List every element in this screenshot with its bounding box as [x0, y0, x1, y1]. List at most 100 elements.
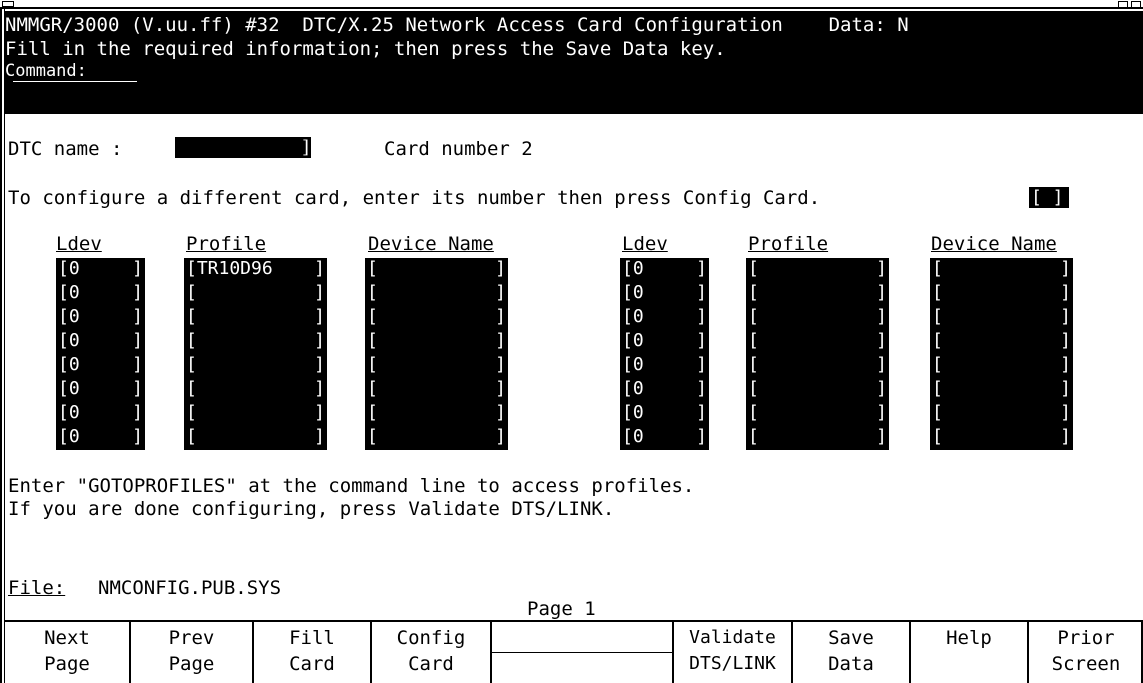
grid-cell-ldev[interactable]: [0: [622, 283, 644, 304]
grid-cell-profile[interactable]: [: [186, 403, 197, 424]
grid-cell-device[interactable]: [: [932, 283, 943, 304]
grid-cell-ldev[interactable]: [0: [58, 355, 80, 376]
softkey-label-line1: Prior: [1057, 627, 1115, 649]
softkey-label-line2: Data: [828, 653, 874, 675]
field-bracket: ]: [314, 354, 325, 375]
device-column-left[interactable]: [] [] [] [] [] [] [] []: [365, 258, 508, 450]
grid-cell-profile[interactable]: [: [186, 307, 197, 328]
device-column-right[interactable]: [] [] [] [] [] [] [] []: [930, 258, 1073, 450]
system-menu-icon[interactable]: [2, 1, 14, 7]
grid-cell-profile[interactable]: [: [748, 307, 759, 328]
softkey-6[interactable]: Validate DTS/LINK: [672, 622, 791, 683]
grid-cell-ldev[interactable]: [0: [622, 307, 644, 328]
column-header-ldev-right: Ldev: [622, 233, 668, 255]
grid-cell-ldev[interactable]: [0: [58, 283, 80, 304]
field-bracket: ]: [876, 282, 887, 303]
field-bracket: ]: [495, 258, 506, 279]
softkey-9[interactable]: Prior Screen: [1027, 622, 1143, 683]
field-bracket: ]: [1060, 426, 1071, 447]
softkey-4[interactable]: Config Card: [370, 622, 490, 683]
grid-cell-device[interactable]: [: [932, 307, 943, 328]
card-number-field[interactable]: [ ]: [1029, 187, 1069, 208]
grid-cell-ldev[interactable]: [0: [622, 427, 644, 448]
grid-cell-ldev[interactable]: [0: [622, 355, 644, 376]
grid-cell-profile[interactable]: [: [186, 283, 197, 304]
grid-cell-device[interactable]: [: [367, 355, 378, 376]
grid-cell-profile[interactable]: [: [748, 283, 759, 304]
field-bracket: ]: [132, 258, 143, 279]
softkey-7[interactable]: Save Data: [791, 622, 909, 683]
grid-cell-ldev[interactable]: [0: [58, 403, 80, 424]
grid-cell-profile[interactable]: [: [186, 379, 197, 400]
grid-cell-profile[interactable]: [: [186, 355, 197, 376]
command-input[interactable]: [13, 81, 137, 82]
field-bracket: ]: [314, 306, 325, 327]
grid-cell-device[interactable]: [: [932, 331, 943, 352]
profile-column-right[interactable]: [] [] [] [] [] [] [] []: [746, 258, 889, 450]
softkey-label-line2: Page: [168, 653, 215, 675]
field-bracket: ]: [696, 354, 707, 375]
grid-cell-ldev[interactable]: [0: [622, 403, 644, 424]
column-header-profile-right: Profile: [748, 233, 829, 255]
field-bracket: ]: [696, 306, 707, 327]
field-bracket: ]: [1060, 378, 1071, 399]
grid-cell-ldev[interactable]: [0: [58, 427, 80, 448]
field-bracket: ]: [1060, 306, 1071, 327]
dtc-name-field[interactable]: [DTC02 ]: [175, 137, 311, 179]
field-bracket: ]: [1060, 402, 1071, 423]
field-bracket: ]: [495, 402, 506, 423]
field-bracket: ]: [1060, 282, 1071, 303]
grid-cell-ldev[interactable]: [0: [622, 259, 644, 280]
field-bracket: ]: [495, 282, 506, 303]
grid-cell-profile[interactable]: [: [748, 427, 759, 448]
field-bracket: ]: [876, 378, 887, 399]
softkey-3[interactable]: Fill Card: [252, 622, 370, 683]
softkey-2[interactable]: Prev Page: [129, 622, 252, 683]
grid-cell-ldev[interactable]: [0: [58, 259, 80, 280]
grid-cell-device[interactable]: [: [932, 379, 943, 400]
field-bracket: ]: [314, 426, 325, 447]
profile-column-left[interactable]: [TR10D96] [] [] [] [] [] [] []: [184, 258, 327, 450]
grid-cell-device[interactable]: [: [367, 427, 378, 448]
grid-cell-ldev[interactable]: [0: [58, 379, 80, 400]
grid-cell-device[interactable]: [: [367, 403, 378, 424]
field-bracket: ]: [314, 282, 325, 303]
softkey-label-line1: Fill: [289, 627, 335, 649]
maximize-icon[interactable]: [1131, 1, 1141, 8]
validate-message: If you are done configuring, press Valid…: [8, 498, 615, 520]
grid-cell-device[interactable]: [: [367, 259, 378, 280]
window-border: [0, 9, 2, 683]
field-bracket: ]: [495, 354, 506, 375]
grid-cell-device[interactable]: [: [367, 283, 378, 304]
grid-cell-profile[interactable]: [: [748, 355, 759, 376]
field-bracket: ]: [495, 306, 506, 327]
ldev-column-right[interactable]: [0] [0] [0] [0] [0] [0] [0] [0]: [620, 258, 709, 450]
grid-cell-profile[interactable]: [: [748, 403, 759, 424]
grid-cell-profile[interactable]: [: [186, 427, 197, 448]
grid-cell-ldev[interactable]: [0: [58, 331, 80, 352]
grid-cell-device[interactable]: [: [367, 331, 378, 352]
grid-cell-device[interactable]: [: [932, 355, 943, 376]
softkey-8[interactable]: Help: [909, 622, 1027, 683]
softkey-label-line2: Card: [289, 653, 335, 675]
softkey-label-line2: Card: [408, 653, 454, 675]
softkey-1[interactable]: Next Page: [5, 622, 129, 683]
window-title-bar: [0, 0, 1143, 9]
grid-cell-device[interactable]: [: [932, 259, 943, 280]
grid-cell-device[interactable]: [: [367, 379, 378, 400]
grid-cell-profile[interactable]: [: [186, 331, 197, 352]
grid-cell-ldev[interactable]: [0: [622, 331, 644, 352]
ldev-column-left[interactable]: [0] [0] [0] [0] [0] [0] [0] [0]: [56, 258, 145, 450]
grid-cell-profile[interactable]: [TR10D96: [186, 259, 273, 280]
grid-cell-device[interactable]: [: [367, 307, 378, 328]
grid-cell-profile[interactable]: [: [748, 331, 759, 352]
grid-cell-device[interactable]: [: [932, 427, 943, 448]
minimize-icon[interactable]: [1118, 1, 1128, 8]
grid-cell-ldev[interactable]: [0: [58, 307, 80, 328]
field-bracket: ]: [876, 426, 887, 447]
grid-cell-ldev[interactable]: [0: [622, 379, 644, 400]
grid-cell-profile[interactable]: [: [748, 259, 759, 280]
grid-cell-device[interactable]: [: [932, 403, 943, 424]
field-bracket: ]: [696, 426, 707, 447]
grid-cell-profile[interactable]: [: [748, 379, 759, 400]
